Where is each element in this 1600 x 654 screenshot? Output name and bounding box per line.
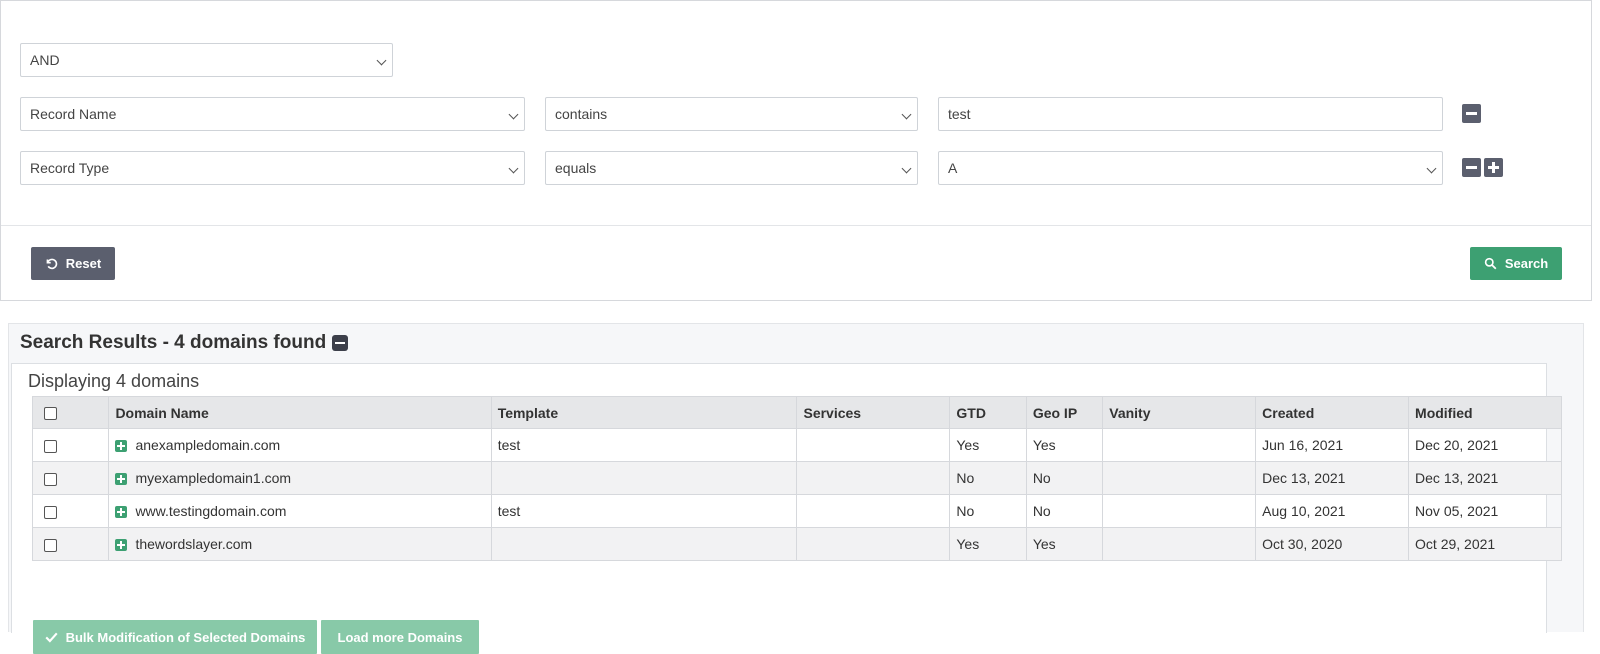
chevron-down-icon (504, 98, 524, 130)
gtd-cell: Yes (949, 527, 1027, 561)
column-header-modified[interactable]: Modified (1408, 396, 1562, 429)
logic-operator-value: AND (30, 52, 60, 68)
search-label: Search (1504, 256, 1549, 271)
services-cell (796, 461, 951, 495)
bulk-modification-button[interactable]: Bulk Modification of Selected Domains (33, 620, 317, 654)
created-cell: Jun 16, 2021 (1255, 428, 1410, 462)
filter-field-select-1[interactable]: Record Name (20, 97, 525, 131)
domain-name-cell[interactable]: myexampledomain1.com (108, 461, 492, 495)
filter-divider (1, 225, 1591, 226)
add-filter-button[interactable] (1484, 158, 1503, 177)
column-header-domain-name[interactable]: Domain Name (108, 396, 492, 429)
displaying-count: Displaying 4 domains (28, 371, 200, 391)
services-cell (796, 428, 951, 462)
expand-plus-icon[interactable] (115, 539, 128, 552)
domain-name-cell[interactable]: www.testingdomain.com (108, 494, 492, 528)
template-cell: test (490, 494, 798, 528)
filter-field-value-2: Record Type (30, 160, 110, 176)
filter-operator-select-2[interactable]: equals (545, 151, 918, 185)
checkmark-icon (45, 632, 58, 643)
remove-filter-button-1[interactable] (1462, 104, 1481, 123)
created-cell: Oct 30, 2020 (1255, 527, 1410, 561)
load-more-button[interactable]: Load more Domains (321, 620, 479, 654)
reset-label: Reset (65, 256, 102, 271)
created-cell: Aug 10, 2021 (1255, 494, 1410, 528)
vanity-cell (1102, 494, 1257, 528)
chevron-down-icon (372, 44, 392, 76)
column-header-services[interactable]: Services (796, 396, 951, 429)
select-all-cell (31, 396, 110, 429)
row-checkbox[interactable] (44, 538, 57, 552)
collapse-results-icon[interactable] (332, 335, 349, 351)
filter-operator-select-1[interactable]: contains (545, 97, 918, 131)
filter-field-select-2[interactable]: Record Type (20, 151, 525, 185)
search-button[interactable]: Search (1470, 247, 1562, 280)
expand-plus-icon[interactable] (115, 440, 128, 453)
chevron-down-icon (897, 152, 917, 184)
logic-operator-select[interactable]: AND (20, 43, 393, 77)
modified-cell: Dec 13, 2021 (1408, 461, 1562, 495)
column-header-geo-ip[interactable]: Geo IP (1025, 396, 1104, 429)
services-cell (796, 494, 951, 528)
domain-name-cell[interactable]: thewordslayer.com (108, 527, 492, 561)
created-cell: Dec 13, 2021 (1255, 461, 1410, 495)
table-header-row: Domain Name Template Services GTD Geo IP… (31, 396, 1562, 429)
filter-value-text-2: A (948, 160, 958, 176)
vanity-cell (1102, 461, 1257, 495)
chevron-down-icon (897, 98, 917, 130)
column-header-vanity[interactable]: Vanity (1102, 396, 1257, 429)
domain-name-cell[interactable]: anexampledomain.com (108, 428, 492, 462)
search-results-panel: Search Results - 4 domains found Display… (8, 323, 1584, 654)
table-row: www.testingdomain.com test No No Aug 10,… (31, 494, 1562, 528)
minus-icon (1466, 112, 1477, 115)
results-title: Search Results - 4 domains found (20, 332, 349, 354)
expand-plus-icon[interactable] (115, 473, 128, 486)
row-checkbox[interactable] (44, 472, 57, 486)
gtd-cell: Yes (949, 428, 1027, 462)
expand-plus-icon[interactable] (115, 506, 128, 519)
services-cell (796, 527, 951, 561)
table-row: anexampledomain.com test Yes Yes Jun 16,… (31, 428, 1562, 462)
template-cell (490, 461, 798, 495)
minus-icon (1466, 166, 1477, 169)
geo-ip-cell: Yes (1025, 428, 1104, 462)
geo-ip-cell: Yes (1025, 527, 1104, 561)
search-icon (1484, 257, 1497, 270)
gtd-cell: No (949, 494, 1027, 528)
select-all-checkbox[interactable] (44, 407, 57, 421)
row-checkbox[interactable] (44, 439, 57, 453)
vanity-cell (1102, 428, 1257, 462)
vanity-cell (1102, 527, 1257, 561)
modified-cell: Oct 29, 2021 (1408, 527, 1562, 561)
results-body: Displaying 4 domains Domain Name Templat… (11, 363, 1562, 654)
modified-cell: Nov 05, 2021 (1408, 494, 1562, 528)
table-row: thewordslayer.com Yes Yes Oct 30, 2020 O… (31, 527, 1562, 561)
filter-operator-value-1: contains (555, 106, 608, 122)
column-header-template[interactable]: Template (490, 396, 798, 429)
chevron-down-icon (504, 152, 524, 184)
geo-ip-cell: No (1025, 461, 1104, 495)
column-header-gtd[interactable]: GTD (949, 396, 1027, 429)
filter-value-select-2[interactable]: A (938, 151, 1443, 185)
chevron-down-icon (1422, 152, 1442, 184)
template-cell (490, 527, 798, 561)
undo-icon (46, 258, 58, 270)
modified-cell: Dec 20, 2021 (1408, 428, 1562, 462)
filter-operator-value-2: equals (555, 160, 597, 176)
filter-panel: AND Record Name contains test Record Typ… (0, 0, 1592, 301)
reset-button[interactable]: Reset (31, 247, 115, 280)
template-cell: test (490, 428, 798, 462)
gtd-cell: No (949, 461, 1027, 495)
column-header-created[interactable]: Created (1255, 396, 1410, 429)
row-checkbox[interactable] (44, 505, 57, 519)
domains-table: Domain Name Template Services GTD Geo IP… (31, 396, 1562, 561)
geo-ip-cell: No (1025, 494, 1104, 528)
table-row: myexampledomain1.com No No Dec 13, 2021 … (31, 461, 1562, 495)
filter-value-text-1: test (948, 106, 971, 122)
filter-field-value-1: Record Name (30, 106, 117, 122)
remove-filter-button-2[interactable] (1462, 158, 1481, 177)
filter-value-input-1[interactable]: test (938, 97, 1443, 131)
